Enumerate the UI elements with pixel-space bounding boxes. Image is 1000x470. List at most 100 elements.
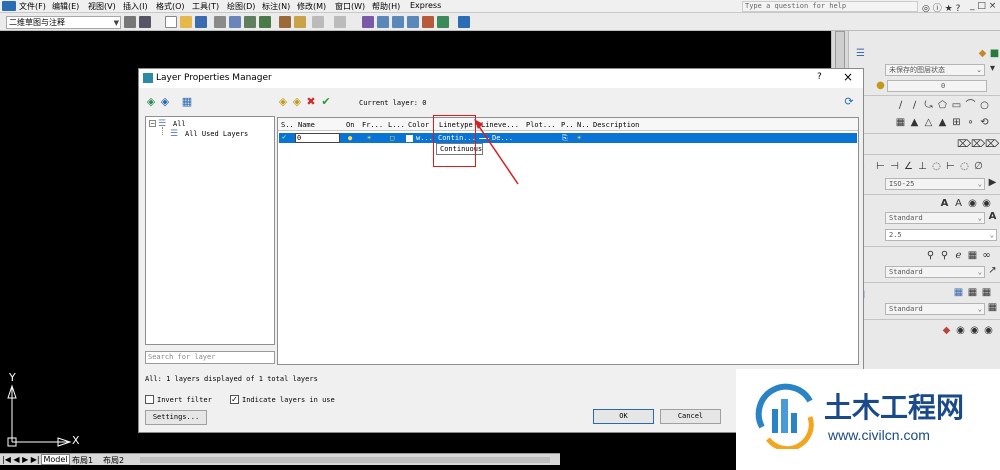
radius-dim-icon[interactable]: ◌: [931, 162, 942, 172]
text-style-icon[interactable]: A: [987, 212, 998, 222]
help-icon[interactable]: [458, 16, 470, 28]
curve-icon[interactable]: ⌒: [965, 101, 976, 111]
new-layer-vp-frozen-icon[interactable]: ◈: [291, 96, 303, 108]
menu-window[interactable]: 窗口(W): [335, 1, 365, 12]
remove-leader-icon[interactable]: ℯ: [953, 251, 964, 261]
camera-icon[interactable]: ◆: [941, 326, 952, 336]
color-swatch[interactable]: [406, 135, 413, 142]
save-icon[interactable]: [195, 16, 207, 28]
gradient-icon[interactable]: ▲: [909, 118, 920, 128]
polyline-icon[interactable]: ∕: [909, 101, 920, 111]
menu-format[interactable]: 格式(O): [156, 1, 185, 12]
printer-icon[interactable]: ⎘: [562, 134, 568, 143]
layer-states-manager-icon[interactable]: ▦: [181, 96, 193, 108]
aligned-dim-icon[interactable]: ⊣: [889, 162, 900, 172]
layer-state-dropdown[interactable]: 未保存的图层状态 ⌄: [885, 64, 985, 76]
help-button[interactable]: ?: [817, 72, 822, 82]
col-new-vp-freeze[interactable]: N..: [577, 121, 590, 129]
menu-draw[interactable]: 绘图(D): [227, 1, 255, 12]
menu-dimension[interactable]: 标注(N): [262, 1, 290, 12]
close-icon[interactable]: ×: [989, 1, 997, 11]
col-plot-style[interactable]: Plot...: [526, 121, 556, 129]
dialog-titlebar[interactable]: Layer Properties Manager ? ×: [139, 69, 863, 88]
workspace-save-icon[interactable]: [139, 16, 151, 28]
dimstyle-dropdown[interactable]: ISO-25 ⌄: [885, 178, 985, 190]
layer-control-dropdown[interactable]: 0: [887, 80, 987, 92]
layer-properties-icon[interactable]: ◆: [977, 49, 988, 59]
col-status[interactable]: S..: [281, 121, 294, 129]
menu-edit[interactable]: 编辑(E): [52, 1, 79, 12]
polygon-icon[interactable]: ⬠: [937, 101, 948, 111]
rectangle-icon[interactable]: ▭: [951, 101, 962, 111]
col-description[interactable]: Description: [593, 121, 639, 129]
menu-view[interactable]: 视图(V): [88, 1, 116, 12]
hatch-icon[interactable]: ▦: [895, 118, 906, 128]
menu-help[interactable]: 帮助(H): [372, 1, 400, 12]
align-leader-icon[interactable]: ▦: [967, 251, 978, 261]
lightbulb-on-icon[interactable]: ●: [348, 134, 352, 142]
menu-express[interactable]: Express: [410, 1, 441, 10]
tab-layout1[interactable]: 布局1: [72, 455, 93, 466]
redo-icon[interactable]: [334, 16, 346, 28]
insert-icon[interactable]: ⊞: [951, 118, 962, 128]
diameter-dim-icon[interactable]: ∅: [973, 162, 984, 172]
pan-icon[interactable]: [362, 16, 374, 28]
angular-dim-icon[interactable]: ∠: [903, 162, 914, 172]
tab-layout2[interactable]: 布局2: [103, 455, 124, 466]
zoom-realtime-icon[interactable]: [377, 16, 389, 28]
new-icon[interactable]: [165, 16, 177, 28]
invert-filter-checkbox[interactable]: [145, 395, 154, 404]
layer-state-icon[interactable]: ■: [989, 49, 1000, 59]
copy-icon[interactable]: ⌦: [985, 140, 999, 150]
table-row[interactable]: [279, 133, 857, 143]
tablestyle-dropdown[interactable]: Standard ⌄: [885, 303, 985, 315]
match-icon[interactable]: ⌦: [971, 140, 985, 150]
sun-thaw-icon[interactable]: ☀: [367, 134, 371, 142]
3d-dwf-icon[interactable]: [259, 16, 271, 28]
properties-icon[interactable]: ⌦: [957, 140, 971, 150]
menu-insert[interactable]: 插入(I): [123, 1, 148, 12]
tab-nav-arrows[interactable]: |◀ ◀ ▶ ▶|: [2, 455, 40, 464]
menu-tools[interactable]: 工具(T): [192, 1, 219, 12]
properties-icon[interactable]: [422, 16, 434, 28]
region-icon[interactable]: △: [923, 118, 934, 128]
find-text-icon[interactable]: ◉: [967, 199, 978, 209]
mleader-manager-icon[interactable]: ↗: [987, 266, 998, 276]
refresh-icon[interactable]: ⟳: [843, 96, 855, 108]
linear-dim-icon[interactable]: ⊢: [875, 162, 886, 172]
orbit-icon[interactable]: ◉: [969, 326, 980, 336]
spell-icon[interactable]: ◉: [981, 199, 992, 209]
ok-button[interactable]: OK: [593, 409, 654, 424]
dimstyle-manager-icon[interactable]: ▶: [987, 178, 998, 188]
mtext-icon[interactable]: A: [939, 199, 950, 209]
indicate-in-use-checkbox[interactable]: ✓: [230, 395, 239, 404]
table-icon[interactable]: ▦: [953, 288, 964, 298]
horizontal-scrollbar[interactable]: [140, 457, 550, 463]
close-button[interactable]: ×: [843, 70, 853, 84]
zoom-window-icon[interactable]: [392, 16, 404, 28]
layer-name-field[interactable]: 0: [295, 133, 340, 143]
dtext-icon[interactable]: A: [953, 199, 964, 209]
add-leader-icon[interactable]: ⚲: [939, 251, 950, 261]
workspace-settings-icon[interactable]: [124, 16, 136, 28]
continue-dim-icon[interactable]: ⊢: [945, 162, 956, 172]
help-search-input[interactable]: Type a question for help: [742, 1, 918, 12]
settings-button[interactable]: Settings...: [145, 410, 207, 425]
delete-layer-icon[interactable]: ✖: [305, 96, 317, 108]
restore-icon[interactable]: □: [977, 1, 986, 11]
workspace-dropdown[interactable]: 二维草图与注释 ▼: [6, 16, 121, 29]
ordinate-dim-icon[interactable]: ⊥: [917, 162, 928, 172]
plot-icon[interactable]: [214, 16, 226, 28]
collapse-toggle[interactable]: −: [149, 120, 156, 127]
circle-icon[interactable]: ○: [979, 101, 990, 111]
app-icon[interactable]: [2, 1, 16, 11]
plot-preview-icon[interactable]: [229, 16, 241, 28]
link-data-icon[interactable]: ▦: [967, 288, 978, 298]
leader-icon[interactable]: ⚲: [925, 251, 936, 261]
color-name[interactable]: w...: [416, 134, 433, 142]
line-icon[interactable]: ∕: [895, 101, 906, 111]
minimize-icon[interactable]: _: [970, 1, 975, 11]
extract-data-icon[interactable]: ▦: [981, 288, 992, 298]
design-center-icon[interactable]: [437, 16, 449, 28]
tree-item-all-used-layers[interactable]: All Used Layers: [185, 130, 248, 138]
